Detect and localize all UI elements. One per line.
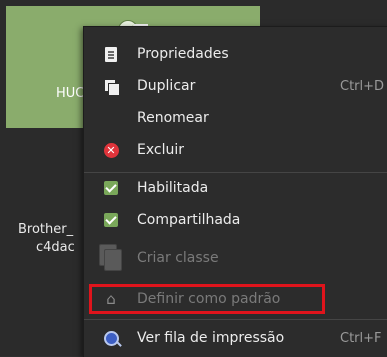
menu-item-label: Excluir — [137, 142, 184, 158]
menu-item-view-print-queue[interactable]: Ver fila de impressão Ctrl+F — [84, 323, 387, 353]
menu-item-label: Habilitada — [137, 180, 209, 196]
checkbox-checked-icon[interactable] — [102, 179, 120, 197]
menu-item-enabled[interactable]: Habilitada — [84, 173, 387, 203]
checkbox-checked-icon[interactable] — [102, 211, 120, 229]
printer-name-label-2-cont[interactable]: c4dac — [36, 240, 75, 255]
menu-item-create-class[interactable]: Criar classe — [84, 243, 387, 273]
menu-item-label: Criar classe — [137, 250, 219, 266]
printer-name-label-2[interactable]: Brother_ — [18, 222, 73, 237]
properties-icon — [102, 45, 120, 63]
menu-item-label: Duplicar — [137, 78, 196, 94]
menu-item-label: Renomear — [137, 110, 209, 126]
menu-item-label: Ver fila de impressão — [137, 330, 285, 346]
menu-item-delete[interactable]: ✕ Excluir — [84, 135, 387, 165]
menu-item-shortcut: Ctrl+D — [340, 78, 385, 94]
printer-class-icon — [98, 244, 124, 272]
menu-item-label: Compartilhada — [137, 212, 241, 228]
menu-separator — [84, 319, 387, 320]
printer-name-label: HUC — [56, 86, 85, 101]
delete-icon: ✕ — [102, 141, 120, 159]
highlight-annotation-box — [89, 284, 325, 314]
menu-item-shortcut: Ctrl+F — [340, 330, 382, 346]
duplicate-icon — [102, 77, 120, 96]
menu-item-label: Propriedades — [137, 46, 229, 62]
print-queue-icon — [102, 329, 120, 347]
menu-item-properties[interactable]: Propriedades — [84, 39, 387, 69]
menu-item-shared[interactable]: Compartilhada — [84, 205, 387, 235]
menu-item-rename[interactable]: Renomear — [84, 103, 387, 133]
menu-item-duplicate[interactable]: Duplicar Ctrl+D — [84, 71, 387, 101]
